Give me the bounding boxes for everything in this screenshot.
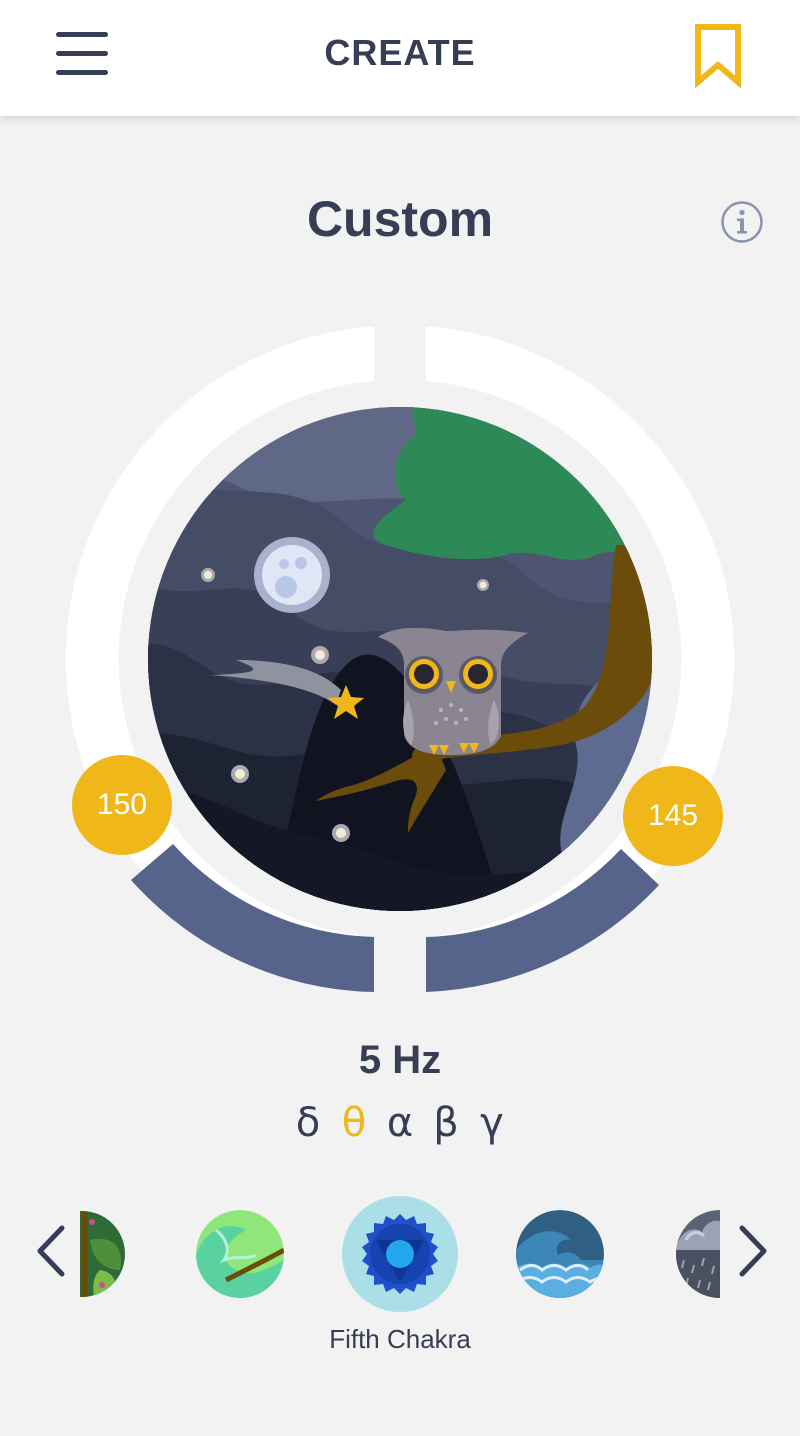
owl-night-scene-illustration xyxy=(148,407,652,911)
chevron-left-icon[interactable] xyxy=(30,1224,74,1278)
band-beta[interactable]: β xyxy=(428,1100,464,1150)
right-frequency-badge[interactable]: 145 xyxy=(623,766,723,866)
band-alpha[interactable]: α xyxy=(382,1100,418,1150)
fifth-chakra-icon[interactable] xyxy=(358,1212,442,1296)
rain-cloud-icon[interactable] xyxy=(676,1210,720,1298)
green-stream-branch-icon[interactable] xyxy=(196,1210,284,1298)
brainwave-bands: δ θ α β γ xyxy=(290,1100,510,1150)
left-frequency-badge[interactable]: 150 xyxy=(72,755,172,855)
band-theta[interactable]: θ xyxy=(336,1100,372,1150)
selected-item-label: Fifth Chakra xyxy=(329,1324,471,1354)
ocean-waves-icon[interactable] xyxy=(516,1210,604,1298)
frequency-label: 5 Hz xyxy=(358,1038,442,1082)
chevron-right-icon[interactable] xyxy=(730,1224,774,1278)
band-delta[interactable]: δ xyxy=(290,1100,326,1150)
jungle-leaves-icon[interactable] xyxy=(80,1210,126,1298)
band-gamma[interactable]: γ xyxy=(474,1100,510,1150)
